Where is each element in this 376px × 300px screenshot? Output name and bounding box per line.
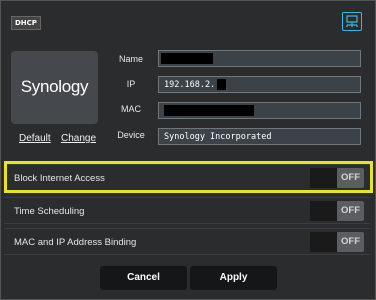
lan-icon[interactable] [342, 12, 362, 31]
setting-label: MAC and IP Address Binding [14, 237, 137, 248]
default-link[interactable]: Default [19, 133, 51, 144]
mac-field[interactable] [158, 102, 361, 119]
ip-field[interactable]: 192.168.2. [158, 76, 361, 93]
name-field[interactable] [158, 50, 361, 67]
device-logo: Synology [11, 51, 98, 124]
toggle-state: OFF [337, 232, 364, 252]
client-settings-dialog: DHCP Synology Default Change Name IP 192… [0, 0, 376, 300]
mac-label: MAC [121, 104, 141, 114]
change-link[interactable]: Change [61, 133, 96, 144]
device-value: Synology Incorporated [164, 132, 272, 142]
ip-label: IP [126, 79, 136, 89]
setting-row-mac-ip-binding: MAC and IP Address Binding OFF [4, 228, 370, 255]
toggle-knob [310, 201, 337, 221]
setting-label: Time Scheduling [14, 206, 85, 217]
setting-row-time-scheduling: Time Scheduling OFF [4, 197, 370, 224]
synology-logo-text: Synology [20, 77, 89, 96]
ip-value: 192.168.2. [164, 80, 216, 90]
mac-ip-binding-toggle[interactable]: OFF [310, 232, 364, 252]
redacted-block [164, 105, 254, 116]
dhcp-badge: DHCP [11, 16, 41, 30]
device-label: Device [117, 130, 145, 140]
highlight-box [4, 161, 373, 193]
redacted-block [217, 79, 226, 90]
device-field[interactable]: Synology Incorporated [158, 128, 361, 145]
apply-button[interactable]: Apply [190, 266, 277, 290]
name-label: Name [118, 54, 143, 64]
toggle-knob [310, 232, 337, 252]
cancel-button[interactable]: Cancel [100, 266, 187, 290]
time-scheduling-toggle[interactable]: OFF [310, 201, 364, 221]
toggle-state: OFF [337, 201, 364, 221]
redacted-block [161, 53, 213, 64]
